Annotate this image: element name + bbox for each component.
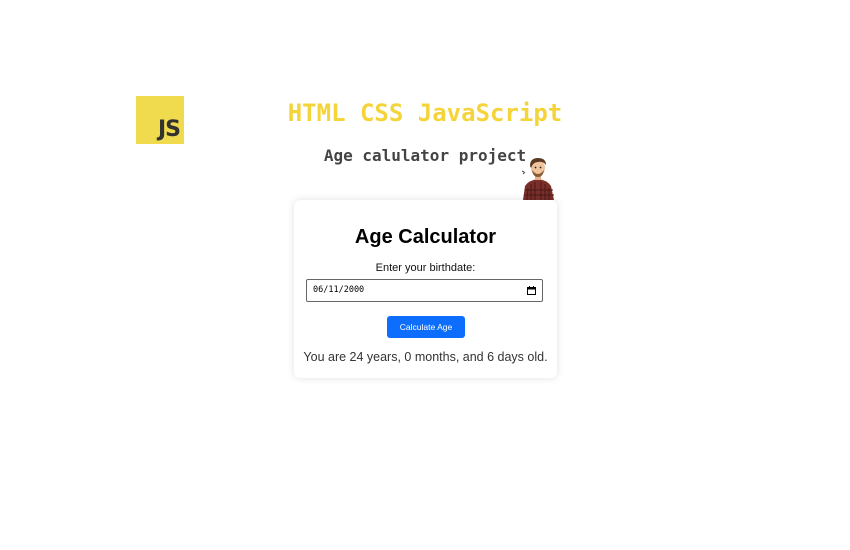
- page-title: HTML CSS JavaScript: [287, 99, 563, 127]
- person-avatar-icon: [521, 158, 554, 200]
- birthdate-input[interactable]: 06/11/2000: [306, 279, 543, 302]
- page: JS HTML CSS JavaScript Age calulator pro…: [0, 0, 850, 550]
- birthdate-value: 06/11/2000: [313, 285, 365, 295]
- birthdate-label: Enter your birthdate:: [375, 262, 476, 274]
- age-calculator-card: Age Calculator Enter your birthdate: 06/…: [294, 200, 557, 378]
- age-result: You are 24 years, 0 months, and 6 days o…: [303, 350, 548, 364]
- calculate-age-button[interactable]: Calculate Age: [387, 316, 465, 338]
- page-subtitle: Age calulator project: [323, 146, 527, 165]
- calculator-title: Age Calculator: [354, 226, 497, 248]
- calendar-icon[interactable]: [527, 286, 536, 295]
